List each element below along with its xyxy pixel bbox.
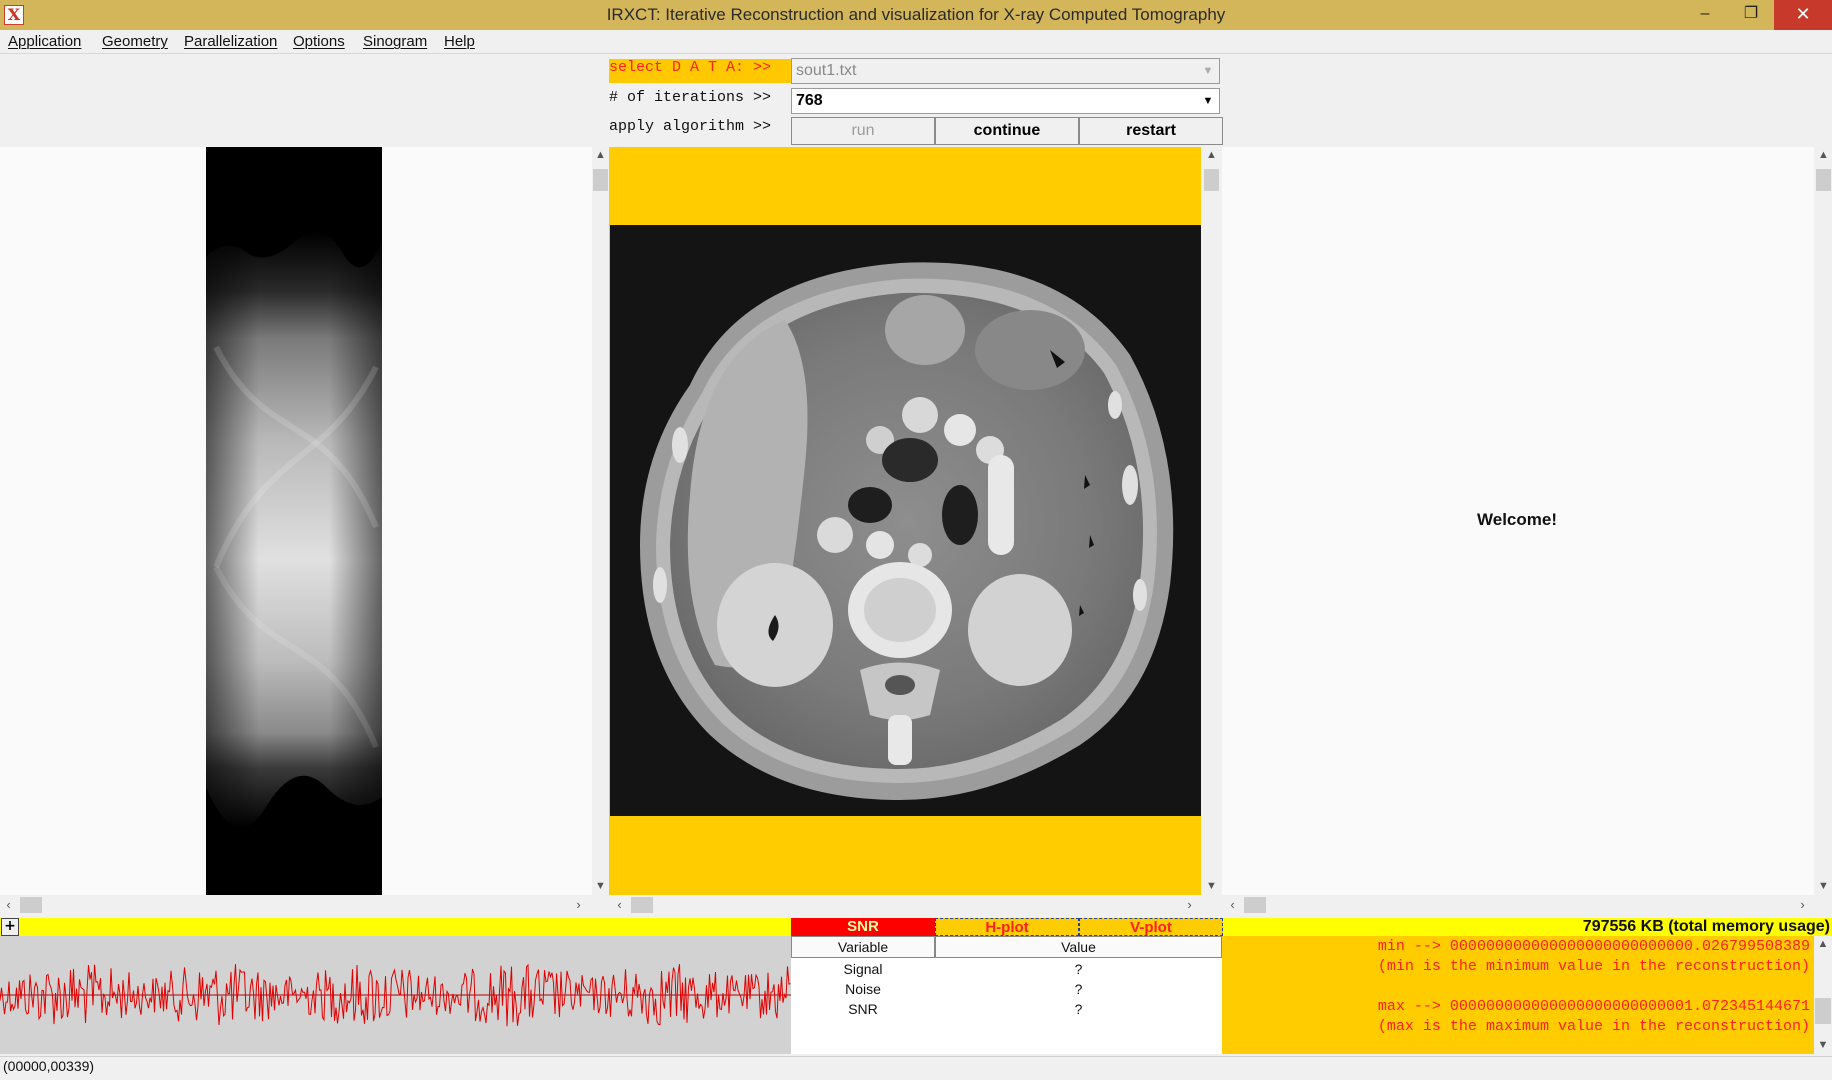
tab-v-plot[interactable]: V-plot — [1079, 918, 1223, 936]
log-max-description: (max is the maximum value in the reconst… — [1377, 1018, 1810, 1035]
table-row-noise-variable: Noise — [845, 981, 881, 997]
scroll-thumb[interactable] — [1244, 897, 1266, 913]
right-panel-vscroll[interactable]: ▲ ▼ — [1815, 147, 1832, 895]
scroll-arrow-icon[interactable]: ▼ — [592, 878, 609, 895]
table-row-signal-value: ? — [1074, 961, 1083, 977]
data-file-select[interactable]: sout1.txt ▼ — [791, 58, 1220, 84]
scroll-thumb[interactable] — [1815, 998, 1831, 1024]
status-bar — [0, 1056, 1832, 1080]
noise-plot — [0, 936, 791, 1054]
scroll-thumb[interactable] — [1816, 169, 1831, 191]
scroll-arrow-icon[interactable]: ▲ — [1203, 147, 1220, 164]
table-header-variable: Variable — [791, 936, 935, 958]
iterations-value: 768 — [796, 92, 823, 109]
scroll-arrow-icon[interactable]: › — [570, 896, 587, 914]
log-output: min --> 000000000000000000000000000.0267… — [1222, 936, 1814, 1054]
status-coordinates: (00000,00339) — [3, 1058, 95, 1074]
maximize-icon[interactable]: ❐ — [1728, 0, 1774, 30]
menu-help[interactable]: Help — [444, 30, 475, 54]
ct-reconstruction-image — [610, 225, 1201, 816]
apply-algorithm-label: apply algorithm >> — [609, 118, 772, 135]
scroll-arrow-icon[interactable]: ▲ — [1814, 936, 1832, 953]
menu-application[interactable]: Application — [8, 30, 81, 54]
iterations-select[interactable]: 768 ▼ — [791, 88, 1220, 114]
table-row-noise-value: ? — [1074, 981, 1083, 997]
menu-geometry[interactable]: Geometry — [102, 30, 168, 54]
table-row-signal-variable: Signal — [843, 961, 883, 977]
app-x-icon[interactable]: X — [4, 5, 24, 25]
scroll-arrow-icon[interactable]: ▼ — [1203, 878, 1220, 895]
iterations-label: # of iterations >> — [609, 89, 772, 106]
menu-parallelization[interactable]: Parallelization — [184, 30, 277, 54]
table-row-snr-variable: SNR — [848, 1001, 878, 1017]
scroll-thumb[interactable] — [1204, 169, 1219, 191]
left-panel-hscroll[interactable]: ‹ › — [0, 896, 592, 914]
scroll-thumb[interactable] — [20, 897, 42, 913]
scroll-arrow-icon[interactable]: ▲ — [592, 147, 609, 164]
dropdown-arrow-icon[interactable]: ▼ — [1198, 60, 1218, 82]
restart-button[interactable]: restart — [1079, 117, 1223, 145]
scroll-arrow-icon[interactable]: › — [1181, 896, 1198, 914]
log-min-description: (min is the minimum value in the reconst… — [1377, 958, 1810, 975]
scroll-arrow-icon[interactable]: › — [1794, 896, 1811, 914]
menu-sinogram[interactable]: Sinogram — [363, 30, 427, 54]
table-row-snr-value: ? — [1074, 1001, 1083, 1017]
log-vscroll[interactable]: ▲ ▼ — [1814, 936, 1832, 1054]
scroll-arrow-icon[interactable]: ▼ — [1814, 1037, 1832, 1054]
run-button[interactable]: run — [791, 117, 935, 145]
log-max-value: max --> 000000000000000000000000001.0723… — [1377, 998, 1810, 1015]
data-file-value: sout1.txt — [796, 62, 857, 79]
select-data-label: select D A T A: >> — [609, 59, 791, 83]
left-panel-vscroll[interactable]: ▲ ▼ — [592, 147, 609, 895]
scroll-thumb[interactable] — [631, 897, 653, 913]
table-header-value: Value — [935, 936, 1222, 958]
center-panel-vscroll[interactable]: ▲ ▼ — [1203, 147, 1220, 895]
right-panel-hscroll[interactable]: ‹ › — [1222, 896, 1814, 914]
window-title: IRXCT: Iterative Reconstruction and visu… — [606, 5, 1226, 24]
snr-table: Variable Value Signal ? Noise ? SNR ? — [791, 936, 1222, 1054]
tab-h-plot[interactable]: H-plot — [935, 918, 1079, 936]
memory-usage: 797556 KB (total memory usage) — [1582, 918, 1830, 935]
noise-signal-plot — [0, 963, 791, 1027]
expand-plus-icon[interactable]: + — [1, 918, 19, 936]
scroll-thumb[interactable] — [593, 169, 608, 191]
sinogram-image — [206, 147, 382, 895]
scroll-arrow-icon[interactable]: ‹ — [611, 896, 628, 914]
scroll-arrow-icon[interactable]: ▼ — [1815, 878, 1832, 895]
welcome-message: Welcome! — [1477, 510, 1557, 529]
scroll-arrow-icon[interactable]: ‹ — [1224, 896, 1241, 914]
scroll-arrow-icon[interactable]: ▲ — [1815, 147, 1832, 164]
center-panel-hscroll[interactable]: ‹ › — [609, 896, 1201, 914]
scroll-arrow-icon[interactable]: ‹ — [0, 896, 17, 914]
continue-button[interactable]: continue — [935, 117, 1079, 145]
dropdown-arrow-icon[interactable]: ▼ — [1198, 90, 1218, 112]
minimize-icon[interactable]: – — [1682, 0, 1728, 30]
menu-bar: Application Geometry Parallelization Opt… — [0, 30, 1832, 54]
close-icon[interactable]: ✕ — [1774, 0, 1832, 30]
log-min-value: min --> 000000000000000000000000000.0267… — [1377, 938, 1810, 955]
menu-options[interactable]: Options — [293, 30, 345, 54]
tab-snr[interactable]: SNR — [791, 918, 935, 936]
